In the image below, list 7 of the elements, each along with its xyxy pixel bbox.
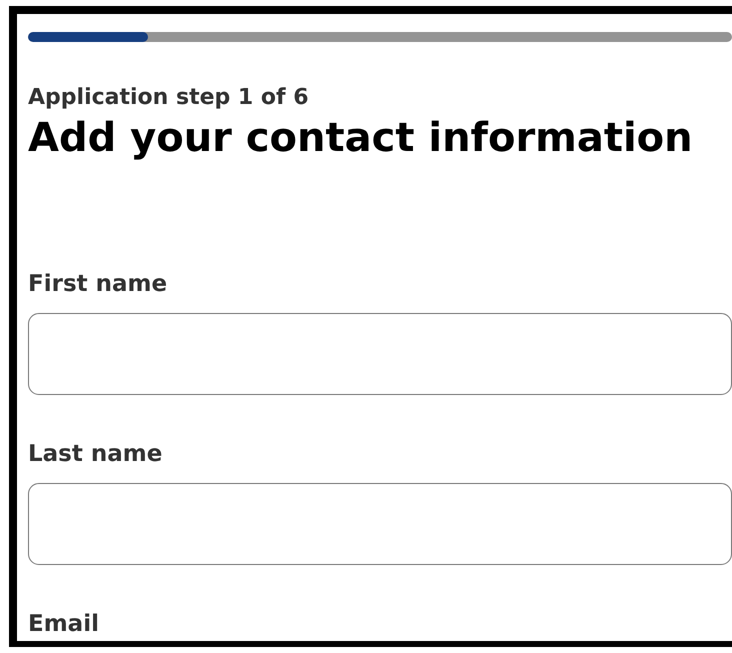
step-indicator: Application step 1 of 6 — [28, 85, 310, 110]
field-label: First name — [28, 271, 168, 297]
field-label: Last name — [28, 441, 162, 467]
page-heading: Add your contact information — [28, 115, 694, 161]
field-label: Email — [28, 611, 99, 637]
text-field[interactable] — [28, 483, 732, 565]
text-field[interactable] — [28, 313, 732, 395]
